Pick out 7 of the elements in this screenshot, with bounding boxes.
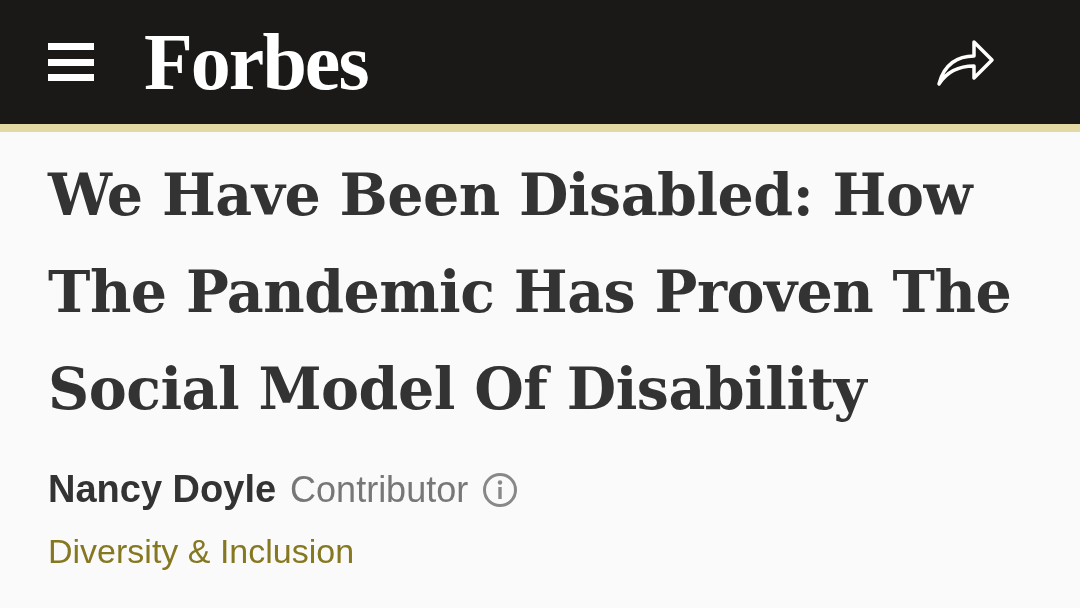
category-link[interactable]: Diversity & Inclusion [48,526,1032,577]
author-role: Contributor [290,467,469,512]
info-icon[interactable] [482,471,519,508]
logo[interactable]: Forbes [144,22,368,102]
author-name[interactable]: Nancy Doyle [48,461,277,518]
menu-icon[interactable] [48,43,94,81]
article-title: We Have Been Disabled: How The Pandemic Has Proven The Social Model Of Disability [48,160,1013,424]
